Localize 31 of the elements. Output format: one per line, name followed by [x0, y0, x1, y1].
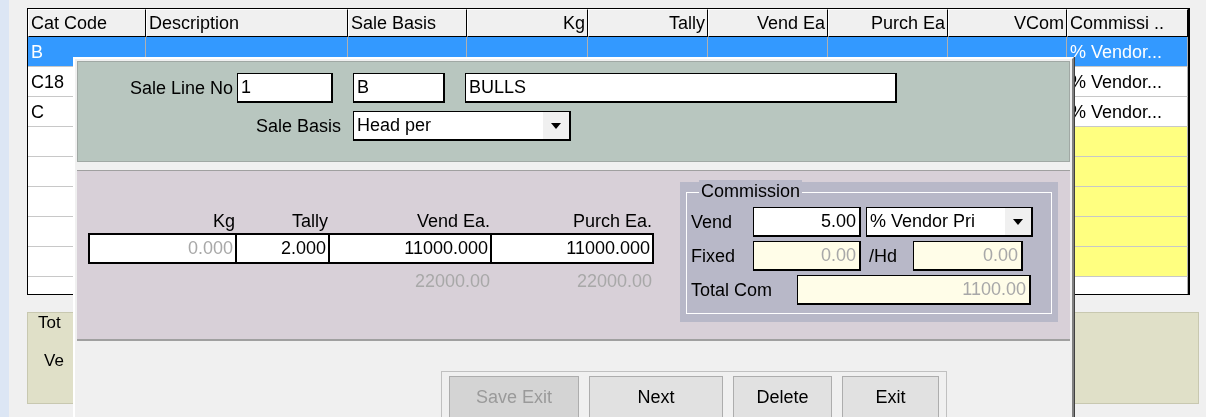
column-label: Tally: [291, 210, 329, 233]
input-field[interactable]: BULLS: [465, 73, 897, 103]
input-field[interactable]: 11000.000: [330, 233, 492, 264]
input-field[interactable]: 1: [237, 73, 333, 103]
column-header[interactable]: Commissi ..: [1067, 9, 1188, 37]
field-label: Sale Basis: [254, 115, 341, 137]
column-header[interactable]: Tally: [588, 9, 708, 37]
column-label: Vend Ea.: [415, 210, 491, 233]
dialog-button[interactable]: Delete: [733, 376, 832, 417]
column-header[interactable]: VCom: [948, 9, 1067, 37]
column-label: Kg: [211, 210, 236, 233]
column-label: Purch Ea.: [571, 210, 653, 233]
column-header[interactable]: Vend Ea: [708, 9, 828, 37]
field-label: Vend: [691, 211, 734, 233]
input-field[interactable]: 11000.000: [492, 233, 654, 264]
column-header[interactable]: Cat Code: [28, 9, 146, 37]
field-label: Total Com: [691, 279, 774, 301]
field-label: Ve: [44, 351, 64, 371]
input-field[interactable]: B: [353, 73, 445, 103]
dialog-button[interactable]: Next: [589, 376, 723, 417]
column-header[interactable]: Purch Ea: [828, 9, 948, 37]
dialog-button[interactable]: Exit: [842, 376, 939, 417]
column-header[interactable]: Sale Basis: [348, 9, 467, 37]
field-label: /Hd: [868, 245, 898, 267]
field-label: Fixed: [691, 245, 736, 267]
input-field[interactable]: 5.00: [753, 207, 861, 237]
column-header[interactable]: Description: [146, 9, 348, 37]
dropdown[interactable]: % Vendor Pri: [866, 207, 1033, 237]
dropdown[interactable]: Head per: [353, 111, 571, 141]
input-field[interactable]: 2.000: [237, 233, 330, 264]
column-header[interactable]: Kg: [467, 9, 588, 37]
